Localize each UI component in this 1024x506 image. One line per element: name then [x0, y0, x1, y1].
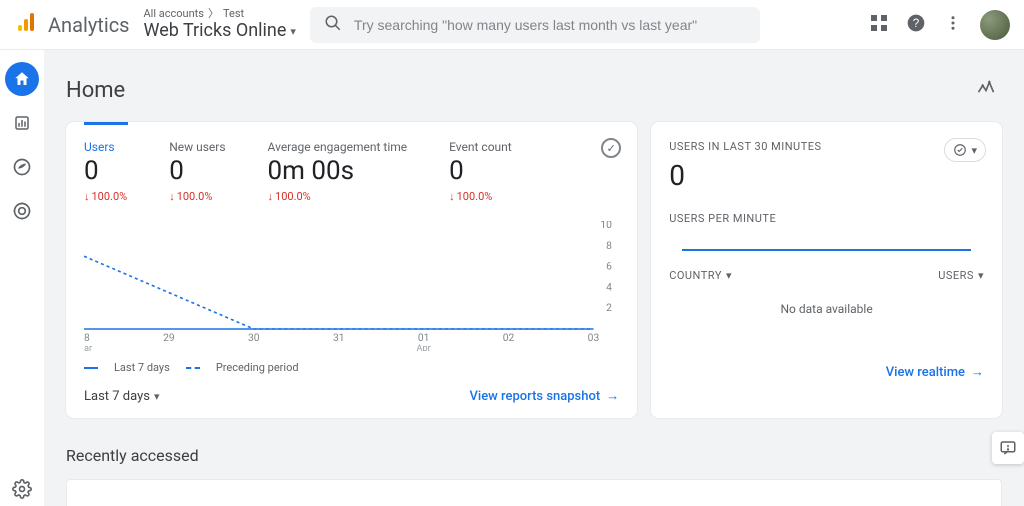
header-right: ? — [870, 10, 1010, 40]
property-picker[interactable]: All accounts 〉 Test Web Tricks Online ▾ — [144, 7, 296, 42]
metric-delta: ↓100.0% — [169, 190, 225, 203]
arrow-down-icon: ↓ — [84, 190, 90, 203]
recently-accessed-card: Reports and pages you recently visited w… — [66, 479, 1002, 506]
metric-tile[interactable]: Average engagement time 0m 00s ↓100.0% — [268, 140, 408, 203]
svg-text:01: 01 — [418, 333, 430, 344]
svg-text:03: 03 — [588, 333, 600, 344]
view-snapshot-link[interactable]: View reports snapshot → — [469, 388, 619, 404]
legend-prev: Preceding period — [216, 361, 299, 374]
metric-delta: ↓100.0% — [84, 190, 127, 203]
svg-text:28: 28 — [84, 333, 90, 344]
caret-down-icon: ▾ — [978, 269, 984, 282]
view-realtime-link[interactable]: View realtime → — [886, 364, 984, 380]
no-data-text: No data available — [669, 302, 984, 316]
realtime-options[interactable]: ▾ — [944, 138, 986, 162]
search-input[interactable] — [354, 17, 746, 33]
svg-text:02: 02 — [503, 333, 515, 344]
caret-down-icon: ▾ — [290, 25, 296, 38]
legend-swatch-solid — [84, 367, 98, 369]
sidebar-item-reports[interactable] — [5, 106, 39, 140]
svg-text:10: 10 — [600, 221, 612, 231]
search-box[interactable] — [310, 7, 760, 43]
help-icon[interactable]: ? — [906, 13, 926, 37]
svg-text:2: 2 — [606, 303, 612, 314]
analytics-logo-icon — [14, 11, 38, 39]
arrow-right-icon: → — [606, 388, 619, 404]
link-text: View reports snapshot — [469, 389, 600, 404]
breadcrumb-account: All accounts — [144, 7, 204, 20]
metric-value: 0m 00s — [268, 156, 408, 186]
column-country[interactable]: COUNTRY ▾ — [669, 269, 732, 282]
property-name: Web Tricks Online — [144, 20, 287, 42]
logo-block[interactable]: Analytics — [14, 11, 130, 39]
apps-icon[interactable] — [870, 14, 888, 36]
arrow-right-icon: → — [971, 364, 984, 380]
metric-value: 0 — [84, 156, 127, 186]
metric-label: Users — [84, 140, 127, 154]
chevron-right-icon: 〉 — [208, 7, 219, 20]
period-label: Last 7 days — [84, 389, 150, 404]
overview-card: ✓ Users0↓100.0%New users0↓100.0%Average … — [66, 122, 637, 418]
svg-text:Apr: Apr — [416, 344, 430, 351]
recently-accessed-title: Recently accessed — [66, 446, 1002, 465]
active-tab-indicator — [84, 122, 128, 125]
metric-label: Event count — [449, 140, 512, 154]
sidebar-item-explore[interactable] — [5, 150, 39, 184]
realtime-card: ▾ USERS IN LAST 30 MINUTES 0 USERS PER M… — [651, 122, 1002, 418]
caret-down-icon: ▾ — [971, 144, 977, 157]
search-icon — [324, 14, 342, 36]
column-users[interactable]: USERS ▾ — [938, 269, 984, 282]
metric-label: Average engagement time — [268, 140, 408, 154]
product-name: Analytics — [48, 13, 130, 37]
realtime-label: USERS IN LAST 30 MINUTES — [669, 140, 984, 153]
metric-tile[interactable]: Event count 0 ↓100.0% — [449, 140, 512, 203]
sidebar-item-admin[interactable] — [5, 472, 39, 506]
sidebar — [0, 50, 44, 506]
avatar[interactable] — [980, 10, 1010, 40]
breadcrumb-property: Test — [223, 7, 244, 20]
legend-current: Last 7 days — [114, 361, 170, 374]
more-vert-icon[interactable] — [944, 14, 962, 36]
realtime-sparkline — [682, 249, 972, 251]
legend-swatch-dashed — [186, 367, 200, 369]
metric-delta: ↓100.0% — [268, 190, 408, 203]
metric-value: 0 — [169, 156, 225, 186]
sidebar-item-home[interactable] — [5, 62, 39, 96]
app-header: Analytics All accounts 〉 Test Web Tricks… — [0, 0, 1024, 50]
realtime-value: 0 — [669, 159, 984, 192]
trend-chart: 2 4 6 8 10 28Mar 29 30 31 01Apr 02 03 — [84, 221, 619, 351]
arrow-down-icon: ↓ — [169, 190, 175, 203]
period-dropdown[interactable]: Last 7 days ▾ — [84, 389, 160, 404]
svg-text:31: 31 — [333, 333, 345, 344]
svg-text:Mar: Mar — [84, 344, 92, 351]
insights-icon[interactable] — [970, 72, 1002, 108]
main-content: Home ✓ Users0↓100.0%New users0↓100.0%Ave… — [44, 50, 1024, 506]
metric-value: 0 — [449, 156, 512, 186]
chart-legend: Last 7 days Preceding period — [84, 361, 619, 374]
feedback-button[interactable] — [992, 432, 1024, 464]
caret-down-icon: ▾ — [726, 269, 732, 282]
arrow-down-icon: ↓ — [449, 190, 455, 203]
metric-label: New users — [169, 140, 225, 154]
svg-text:8: 8 — [606, 241, 612, 252]
svg-text:6: 6 — [606, 262, 612, 273]
link-text: View realtime — [886, 365, 965, 380]
realtime-sub-label: USERS PER MINUTE — [669, 212, 984, 225]
arrow-down-icon: ↓ — [268, 190, 274, 203]
sidebar-item-advertising[interactable] — [5, 194, 39, 228]
page-title: Home — [66, 78, 125, 103]
svg-text:30: 30 — [248, 333, 260, 344]
metric-tile[interactable]: New users 0 ↓100.0% — [169, 140, 225, 203]
svg-text:4: 4 — [606, 283, 612, 294]
svg-text:?: ? — [913, 17, 920, 30]
svg-text:29: 29 — [163, 333, 175, 344]
caret-down-icon: ▾ — [154, 390, 160, 403]
metric-delta: ↓100.0% — [449, 190, 512, 203]
metric-tile[interactable]: Users 0 ↓100.0% — [84, 140, 127, 203]
